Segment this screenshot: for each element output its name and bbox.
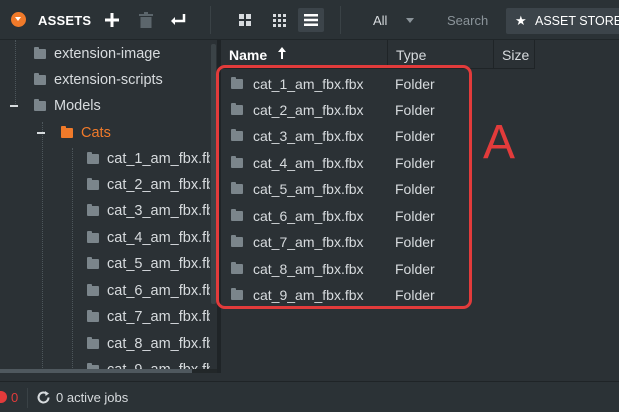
toolbar-divider bbox=[340, 6, 341, 34]
type-filter-dropdown[interactable]: All bbox=[365, 10, 427, 30]
tree-item-label: cat_7_am_fbx.fbx bbox=[107, 309, 217, 325]
status-bar: 0 0 active jobs bbox=[0, 381, 619, 412]
collapse-toggle[interactable] bbox=[10, 105, 18, 107]
folder-icon bbox=[87, 204, 99, 216]
tree-item[interactable]: cat_8_am_fbx.fbx bbox=[0, 331, 217, 357]
error-icon bbox=[0, 391, 7, 403]
return-arrow-icon bbox=[171, 14, 186, 25]
tree-item-label: cat_2_am_fbx.fbx bbox=[107, 177, 217, 193]
column-header-label: Type bbox=[396, 47, 427, 63]
column-header-label: Name bbox=[229, 47, 268, 63]
tree-item[interactable]: Models bbox=[0, 93, 217, 119]
tree-item-label: cat_8_am_fbx.fbx bbox=[107, 336, 217, 352]
folder-icon bbox=[87, 310, 99, 322]
tree-item[interactable]: cat_4_am_fbx.fbx bbox=[0, 225, 217, 251]
column-header-label: Size bbox=[502, 47, 530, 63]
folder-icon bbox=[34, 47, 46, 59]
assets-toolbar: ASSETS All ★ ASSET STORE bbox=[0, 0, 619, 40]
folder-icon bbox=[87, 257, 99, 269]
chevron-down-icon bbox=[406, 18, 414, 23]
folder-tree: extension-image extension-scripts Models… bbox=[0, 40, 217, 372]
folder-icon bbox=[87, 152, 99, 164]
column-header-size[interactable]: Size bbox=[494, 40, 535, 69]
small-grid-icon bbox=[272, 13, 286, 27]
list-icon bbox=[304, 14, 318, 26]
trash-icon bbox=[139, 12, 153, 28]
star-icon: ★ bbox=[515, 13, 527, 28]
large-grid-view-button[interactable] bbox=[232, 8, 258, 32]
status-divider bbox=[27, 388, 28, 408]
go-back-button[interactable] bbox=[166, 8, 190, 32]
tree-item-label: cat_3_am_fbx.fbx bbox=[107, 203, 217, 219]
list-view-button[interactable] bbox=[298, 8, 324, 32]
tree-item[interactable]: cat_5_am_fbx.fbx bbox=[0, 251, 217, 277]
plus-icon bbox=[105, 13, 119, 27]
tree-horizontal-scroll-thumb[interactable] bbox=[0, 369, 192, 373]
collapse-toggle[interactable] bbox=[37, 132, 45, 134]
folder-icon bbox=[87, 284, 99, 296]
folder-icon bbox=[34, 73, 46, 85]
tree-item[interactable]: cat_2_am_fbx.fbx bbox=[0, 172, 217, 198]
tree-item-label: extension-scripts bbox=[54, 72, 163, 88]
delete-asset-button[interactable] bbox=[134, 8, 158, 32]
refresh-icon bbox=[37, 391, 50, 404]
folder-icon bbox=[34, 99, 46, 111]
active-jobs-label[interactable]: 0 active jobs bbox=[56, 390, 128, 405]
sort-ascending-icon bbox=[278, 47, 286, 59]
tree-item-label: cat_1_am_fbx.fbx bbox=[107, 151, 217, 167]
tree-item-label: cat_5_am_fbx.fbx bbox=[107, 256, 217, 272]
asset-store-label: ASSET STORE bbox=[535, 14, 619, 28]
folder-icon bbox=[87, 337, 99, 349]
tree-item[interactable]: extension-scripts bbox=[0, 67, 217, 93]
tree-item-selected[interactable]: Cats bbox=[0, 120, 217, 146]
panel-title: ASSETS bbox=[38, 13, 92, 28]
asset-store-button[interactable]: ★ ASSET STORE bbox=[506, 8, 619, 34]
tree-item-label: Cats bbox=[81, 125, 111, 141]
tree-item-label: cat_6_am_fbx.fbx bbox=[107, 283, 217, 299]
search-input[interactable] bbox=[437, 8, 499, 32]
error-count[interactable]: 0 bbox=[11, 390, 18, 405]
tree-item[interactable]: extension-image bbox=[0, 41, 217, 67]
folder-icon bbox=[87, 231, 99, 243]
tree-item[interactable]: cat_1_am_fbx.fbx bbox=[0, 146, 217, 172]
toolbar-divider bbox=[210, 6, 211, 34]
folder-open-icon bbox=[61, 126, 73, 138]
tree-item-label: cat_4_am_fbx.fbx bbox=[107, 230, 217, 246]
large-grid-icon bbox=[239, 14, 251, 26]
tree-item[interactable]: cat_6_am_fbx.fbx bbox=[0, 278, 217, 304]
tree-item-label: Models bbox=[54, 98, 101, 114]
annotation-highlight-box bbox=[216, 65, 472, 309]
small-grid-view-button[interactable] bbox=[266, 8, 292, 32]
assets-menu-icon[interactable] bbox=[11, 12, 26, 27]
tree-item[interactable]: cat_7_am_fbx.fbx bbox=[0, 304, 217, 330]
tree-item[interactable]: cat_3_am_fbx.fbx bbox=[0, 198, 217, 224]
tree-item-label: extension-image bbox=[54, 46, 161, 62]
add-asset-button[interactable] bbox=[100, 8, 124, 32]
annotation-label: A bbox=[483, 116, 516, 169]
filter-selected-value: All bbox=[373, 13, 388, 28]
folder-icon bbox=[87, 178, 99, 190]
